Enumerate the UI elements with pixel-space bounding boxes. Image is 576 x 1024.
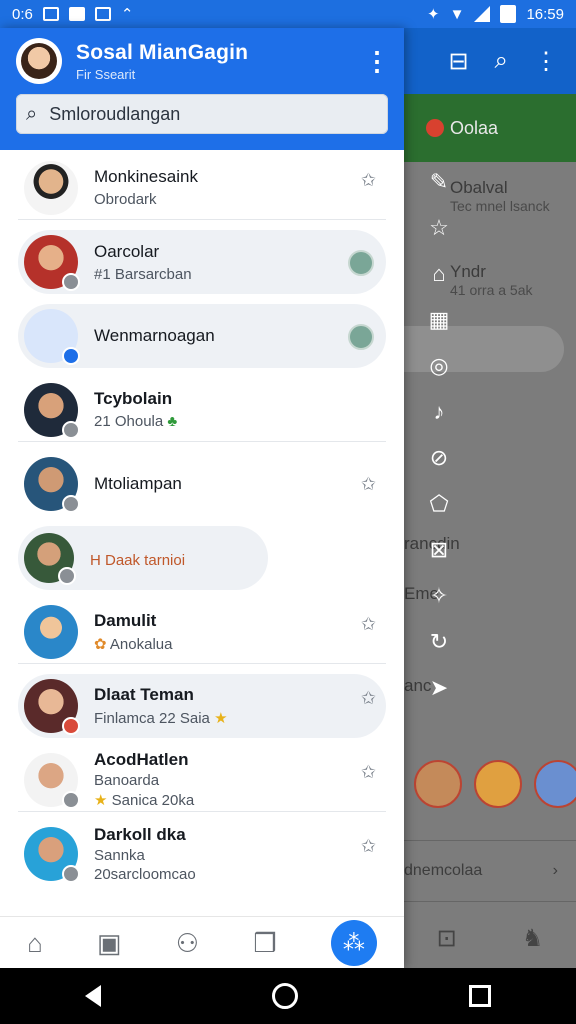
- bg-row: Yndr 41 orra a 5ak: [450, 262, 533, 298]
- recents-button[interactable]: [468, 985, 491, 1007]
- home-icon[interactable]: ⌂: [27, 928, 43, 959]
- send-icon: ➤: [429, 675, 449, 700]
- music-icon: ♪: [433, 399, 445, 424]
- signal-icon: [474, 6, 491, 22]
- system-navigation-bar: [0, 968, 576, 1024]
- search-input[interactable]: [47, 102, 352, 126]
- contact-list: Monkinesaink Obrodark ✩ Oarcolar #1 Barsar…: [0, 150, 404, 896]
- banner-label: Oolaa: [450, 117, 499, 138]
- bell-icon: ♞: [521, 924, 544, 952]
- status-left-text: 0:6: [12, 5, 33, 23]
- background-avatars: [414, 760, 576, 808]
- fab-button[interactable]: ⁂: [330, 920, 377, 966]
- avatar: [24, 457, 80, 513]
- list-item[interactable]: Damulit ✿ Anokalua ✩: [18, 600, 386, 664]
- bg-footer-row: dnemcolaa ›: [404, 840, 576, 902]
- app-notification-icon: [94, 7, 111, 21]
- drawer-subtitle: Fir Ssearit: [76, 66, 136, 82]
- avatar: [24, 604, 78, 659]
- list-item[interactable]: AcodHatlen Banoarda ★ Sanica 20ka ✩: [18, 748, 386, 812]
- wifi-icon: ▼: [449, 5, 465, 23]
- star-icon[interactable]: ✩: [361, 836, 376, 857]
- refresh-icon: ↻: [429, 629, 449, 654]
- background-banner: Oolaa: [404, 94, 576, 162]
- star-icon[interactable]: ✩: [361, 614, 376, 635]
- star-outline-icon: ☆: [429, 215, 449, 240]
- camera-icon: ⊡: [436, 924, 457, 952]
- camera-icon: ◎: [429, 353, 449, 378]
- chat-icon[interactable]: ❒: [253, 928, 276, 959]
- chevron-icon: ⌃: [120, 6, 134, 23]
- bg-bottom-nav: ⊡ ♞: [404, 908, 576, 968]
- drawer-header: Sosal MianGagin Fir Ssearit ⋮: [0, 28, 404, 94]
- mail-icon: [68, 7, 85, 21]
- clock: 16:59: [526, 5, 564, 23]
- list-item[interactable]: Wenmarnoagan: [18, 304, 386, 368]
- notification-icon: [42, 7, 59, 21]
- spark-icon: ✧: [429, 583, 449, 608]
- star-icon[interactable]: ✩: [361, 474, 376, 495]
- avatar: [24, 382, 80, 439]
- list-item[interactable]: Monkinesaink Obrodark ✩: [18, 156, 386, 220]
- list-item[interactable]: Darkoll dka Sannka 20sarcloomcao ✩: [18, 822, 386, 886]
- list-item[interactable]: Oarcolar #1 Barsarcban: [18, 230, 386, 294]
- star-icon[interactable]: ✩: [361, 688, 376, 709]
- avatar: [24, 160, 78, 215]
- back-button[interactable]: [85, 985, 102, 1007]
- avatar: [24, 309, 80, 365]
- background-action-rail: ✎ ☆ ⌂ ▦ ◎ ♪ ⊘ ⬠ ⊠ ✧ ↻ ➤: [424, 168, 454, 702]
- edit-icon: ⊠: [429, 537, 449, 562]
- list-item[interactable]: Tcybolain 21 Ohoula ♣: [18, 378, 386, 442]
- star-icon[interactable]: ✩: [361, 762, 376, 783]
- compose-icon: ✎: [429, 169, 449, 194]
- grid-icon: ▦: [428, 307, 450, 332]
- status-bar: 0:6 ⌃ ✦ ▼ 16:59: [0, 0, 576, 28]
- navigation-drawer: Sosal MianGagin Fir Ssearit ⋮ ⌕ Monkines…: [0, 28, 404, 968]
- avatar: [24, 752, 80, 809]
- star-icon[interactable]: ✩: [361, 170, 376, 191]
- bg-row: Obalval Tec mnel lsanck: [450, 178, 550, 214]
- bottom-navigation: ⌂ ▣ ⚇ ❒ ⁂: [0, 916, 404, 968]
- inbox-icon[interactable]: ⊟: [448, 47, 468, 76]
- bag-icon: ⌂: [432, 261, 446, 286]
- more-vert-icon[interactable]: ⋮: [364, 46, 390, 77]
- tag-icon: ⬠: [429, 491, 449, 516]
- avatar: [24, 533, 76, 585]
- avatar: [24, 679, 80, 735]
- vibrate-icon: ✦: [427, 6, 440, 23]
- battery-icon: [500, 5, 517, 23]
- timer-icon[interactable]: [348, 250, 374, 276]
- search-icon[interactable]: ⌕: [495, 47, 508, 75]
- background-header: ⊟ ⌕ ⋮: [404, 28, 576, 94]
- avatar: [24, 827, 80, 883]
- profile-avatar[interactable]: [16, 38, 62, 84]
- avatar: [534, 760, 576, 808]
- slash-icon: ⊘: [429, 445, 449, 470]
- search-icon: ⌕: [26, 102, 38, 125]
- search-area: ⌕: [0, 94, 404, 150]
- record-icon: [426, 119, 444, 137]
- calendar-icon[interactable]: ▣: [97, 928, 122, 959]
- search-bar[interactable]: ⌕: [16, 94, 388, 134]
- timer-icon[interactable]: [348, 324, 374, 350]
- drawer-title: Sosal MianGagin: [76, 40, 249, 64]
- list-item[interactable]: Dlaat Teman Finlamca 22 Saia ★ ✩: [18, 674, 386, 738]
- home-button[interactable]: [271, 983, 298, 1009]
- chevron-right-icon: ›: [552, 862, 558, 879]
- more-vert-icon[interactable]: ⋮: [534, 47, 558, 76]
- list-item[interactable]: H Daak tarnioi: [18, 526, 268, 590]
- list-item[interactable]: Mtoliampan ✩: [18, 452, 386, 516]
- avatar: [414, 760, 462, 808]
- avatar: [24, 235, 80, 291]
- people-icon[interactable]: ⚇: [176, 928, 199, 959]
- avatar: [474, 760, 522, 808]
